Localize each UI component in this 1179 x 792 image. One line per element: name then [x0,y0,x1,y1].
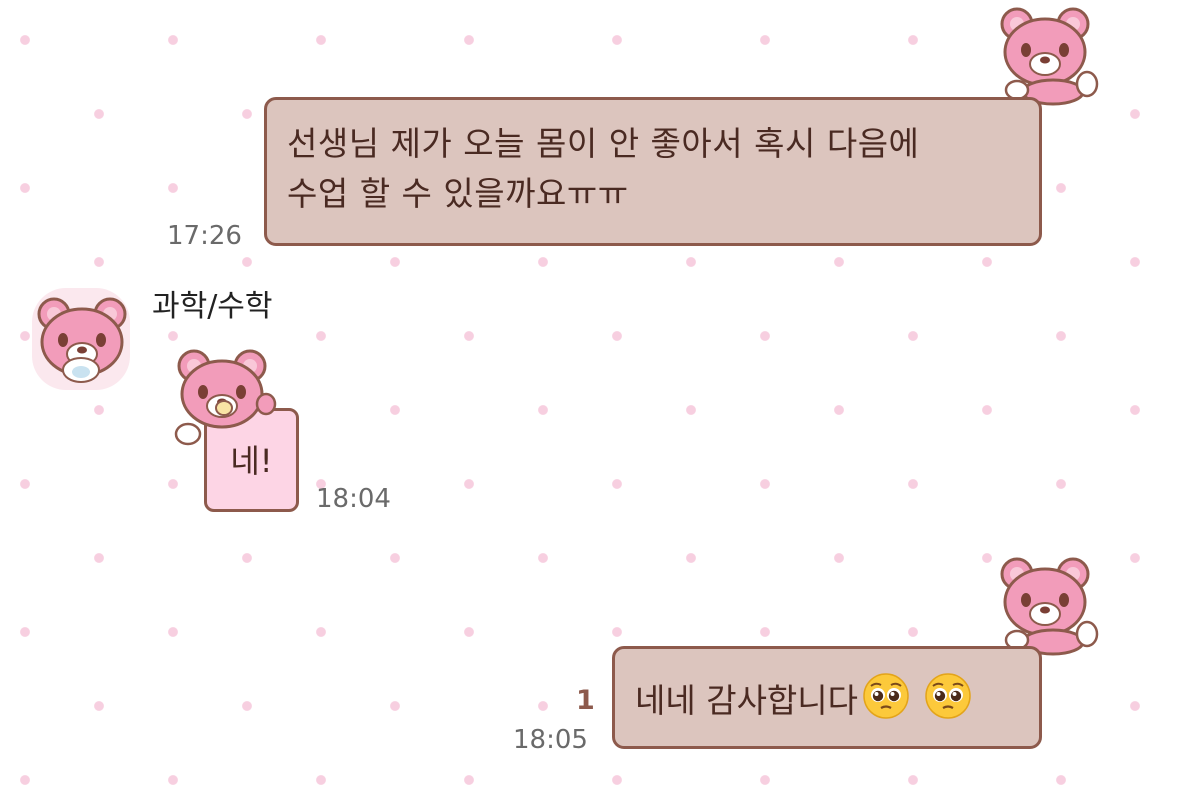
message-text: 네네 감사합니다 [635,681,859,720]
message-timestamp: 18:04 [316,484,391,514]
bear-sticker-icon [168,342,280,468]
avatar[interactable] [32,288,130,390]
message-bubble-sent[interactable]: 네네 감사합니다 [612,646,1042,749]
bear-sticker-decoration [994,554,1106,660]
message-text-line: 수업 할 수 있을까요ㅠㅠ [287,174,629,213]
bear-sticker-decoration [994,4,1106,110]
unread-count: 1 [576,685,595,716]
pleading-face-emoji [862,672,910,734]
sender-name: 과학/수학 [152,289,273,324]
message-text-line: 선생님 제가 오늘 몸이 안 좋아서 혹시 다음에 [287,124,920,163]
message-timestamp: 17:26 [167,221,242,251]
message-timestamp: 18:05 [513,725,588,755]
chat-room: 선생님 제가 오늘 몸이 안 좋아서 혹시 다음에 수업 할 수 있을까요ㅠㅠ … [0,0,1179,792]
pleading-face-emoji [924,672,972,734]
message-bubble-sent[interactable]: 선생님 제가 오늘 몸이 안 좋아서 혹시 다음에 수업 할 수 있을까요ㅠㅠ [264,97,1042,246]
